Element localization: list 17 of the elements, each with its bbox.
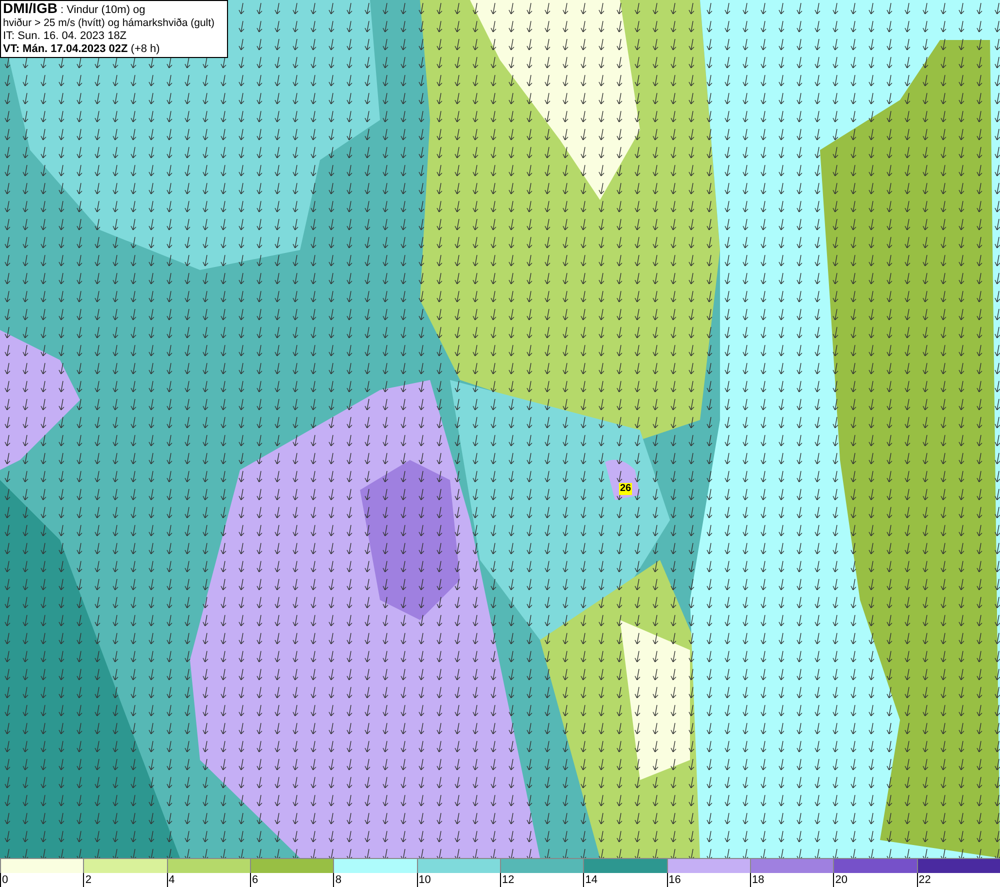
- valid-time: VT: Mán. 17.04.2023 02Z (+8 h): [3, 43, 161, 56]
- legend-label: 16: [668, 874, 681, 886]
- legend-label: 12: [502, 874, 514, 886]
- legend-label: 10: [418, 874, 431, 886]
- legend-label: 18: [752, 874, 764, 886]
- legend-label: 22: [918, 874, 931, 886]
- header-title: DMI/IGB : Vindur (10m) og: [3, 2, 146, 17]
- max-gust-label: 26: [619, 483, 632, 495]
- legend-label: 8: [335, 874, 342, 886]
- legend-label: 6: [252, 874, 258, 886]
- legend-label: 0: [2, 874, 8, 886]
- legend-label: 2: [85, 874, 92, 886]
- header-subtitle: hviður > 25 m/s (hvítt) og hámarkshviða (gult): [3, 17, 216, 30]
- legend-label: 4: [168, 874, 175, 886]
- initial-time: IT: Sun. 16. 04. 2023 18Z: [3, 30, 128, 43]
- legend-label: 20: [835, 874, 848, 886]
- legend-label: 14: [585, 874, 598, 886]
